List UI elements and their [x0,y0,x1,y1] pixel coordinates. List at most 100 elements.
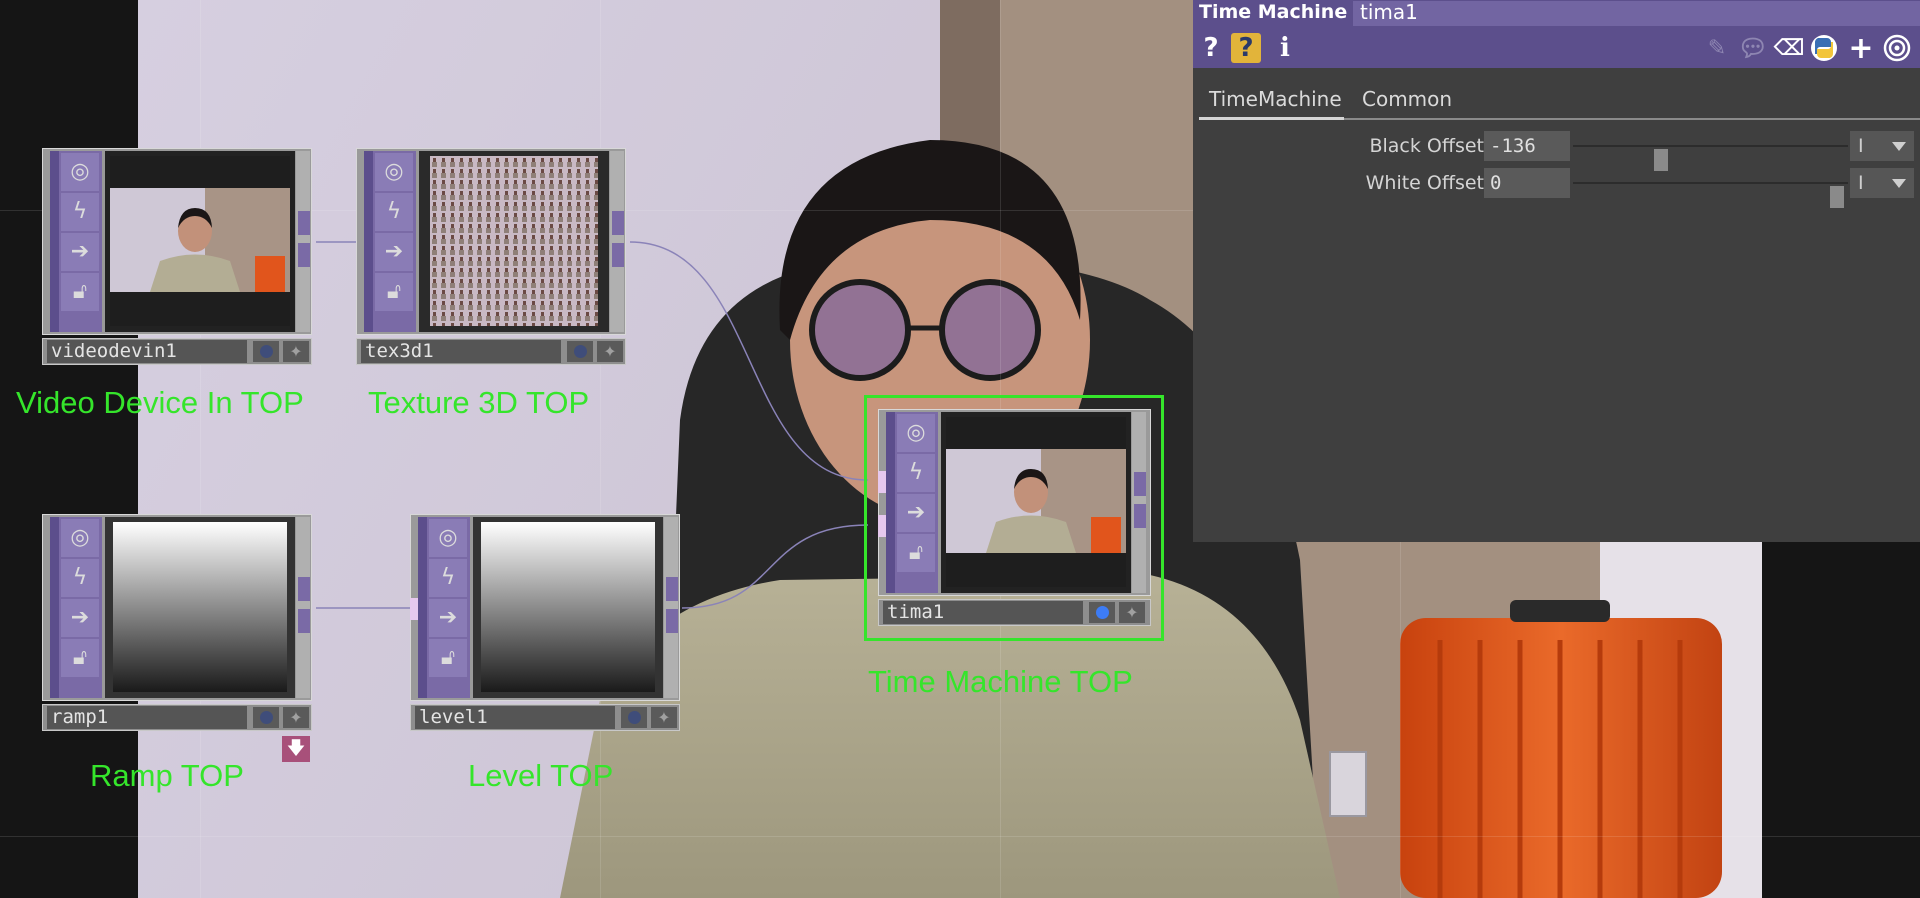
param-slider-track[interactable] [1573,145,1848,171]
param-mode-label: I [1858,172,1864,194]
output-connector[interactable] [666,577,678,601]
chevron-down-icon [1892,142,1906,151]
lock-icon[interactable]: 🔓︎ [429,639,467,677]
export-icon[interactable]: ➔ [897,494,935,532]
cook-icon[interactable]: ϟ [61,559,99,597]
param-mode-menu[interactable]: I [1850,168,1914,198]
network-grid-line [0,836,1920,837]
export-icon[interactable]: ➔ [375,233,413,271]
node-name[interactable]: tima1 [883,601,1083,624]
param-row-white-offset: White Offset 0 I [1193,168,1920,208]
level-gradient-thumbnail [481,522,655,692]
node-output-strip [664,517,678,698]
python-help-icon[interactable]: ? [1231,33,1261,63]
bypass-toggle[interactable]: ✦ [651,707,677,728]
star-icon: ✦ [657,708,671,727]
viewer-icon[interactable]: ◎ [61,519,99,557]
node-name-bar: ramp1 ✦ [42,704,312,731]
python-logo-icon[interactable] [1808,32,1840,64]
bypass-toggle[interactable]: ✦ [1119,602,1145,623]
export-icon[interactable]: ➔ [61,599,99,637]
node-name-bar: level1 ✦ [410,704,680,731]
cook-icon[interactable]: ϟ [375,193,413,231]
output-connector[interactable] [666,609,678,633]
export-icon[interactable]: ➔ [61,233,99,271]
node-viewer[interactable] [105,151,295,332]
param-value-field[interactable]: 0 [1484,168,1570,198]
ramp-gradient-thumbnail [113,522,287,692]
viewer-dot-icon [573,345,587,358]
lock-icon[interactable]: 🔓︎ [61,273,99,311]
plus-icon[interactable]: + [1845,31,1877,66]
node-name[interactable]: tex3d1 [361,340,561,363]
info-icon[interactable]: i [1269,32,1301,64]
node-viewer[interactable] [105,517,295,698]
param-row-black-offset: Black Offset -136 I [1193,131,1920,171]
bypass-toggle[interactable]: ✦ [283,707,309,728]
star-icon: ✦ [289,342,303,361]
target-icon[interactable] [1881,32,1913,64]
viewer-dot-icon [259,711,273,724]
output-connector[interactable] [612,243,624,267]
output-connector[interactable] [1134,472,1146,496]
speech-bubble-icon[interactable]: 💬︎ [1737,32,1769,64]
viewer-toggle[interactable] [253,341,279,362]
node-name[interactable]: videodevin1 [47,340,247,363]
tab-timemachine[interactable]: TimeMachine [1209,80,1342,118]
operator-name-field[interactable]: tima1 [1353,1,1920,26]
input-connector[interactable] [410,598,418,620]
output-connector[interactable] [298,577,310,601]
lock-icon[interactable]: 🔓︎ [375,273,413,311]
param-value-field[interactable]: -136 [1484,131,1570,161]
node-side-buttons: ◎ ϟ ➔ 🔓︎ [50,151,102,332]
output-connector[interactable] [1134,504,1146,528]
output-connector[interactable] [298,211,310,235]
lock-icon[interactable]: 🔓︎ [61,639,99,677]
bypass-toggle[interactable]: ✦ [283,341,309,362]
export-icon[interactable]: ➔ [429,599,467,637]
node-viewer[interactable] [473,517,663,698]
viewer-icon[interactable]: ◎ [429,519,467,557]
cook-icon[interactable]: ϟ [429,559,467,597]
param-label: Black Offset [1369,135,1484,157]
output-connector[interactable] [298,609,310,633]
param-slider-knob[interactable] [1830,186,1844,208]
eraser-icon[interactable]: ⌫ [1773,32,1805,64]
panel-title-bar: Time Machine tima1 [1193,0,1920,28]
param-mode-menu[interactable]: I [1850,131,1914,161]
viewer-toggle[interactable] [253,707,279,728]
output-connector[interactable] [612,211,624,235]
param-slider-track[interactable] [1573,182,1848,208]
node-name-bar: tima1 ✦ [878,599,1151,626]
node-caption: Texture 3D TOP [368,385,590,420]
node-name[interactable]: level1 [415,706,615,729]
node-side-buttons: ◎ ϟ ➔ 🔓︎ [364,151,416,332]
viewer-toggle[interactable] [567,341,593,362]
chevron-down-icon [1892,179,1906,188]
viewer-toggle[interactable] [1089,602,1115,623]
question-icon[interactable]: ? [1195,32,1227,64]
node-viewer[interactable] [941,412,1131,593]
cook-icon[interactable]: ϟ [897,454,935,492]
input-connector[interactable] [878,515,886,537]
tab-common[interactable]: Common [1362,80,1452,118]
lock-icon[interactable]: 🔓︎ [897,534,935,572]
output-connector[interactable] [298,243,310,267]
node-viewer[interactable] [419,151,609,332]
viewer-icon[interactable]: ◎ [375,153,413,191]
pencil-icon[interactable]: ✎ [1701,32,1733,64]
download-arrow-icon[interactable]: 🡇 [282,736,310,762]
bypass-toggle[interactable]: ✦ [597,341,623,362]
cook-icon[interactable]: ϟ [61,193,99,231]
input-connector[interactable] [878,471,886,493]
viewer-icon[interactable]: ◎ [61,153,99,191]
viewer-toggle[interactable] [621,707,647,728]
node-side-buttons: ◎ ϟ ➔ 🔓︎ [50,517,102,698]
node-output-strip [610,151,624,332]
viewer-icon[interactable]: ◎ [897,414,935,452]
viewer-dot-icon [1095,606,1109,619]
node-name-bar: videodevin1 ✦ [42,338,312,365]
node-output-strip [296,517,310,698]
param-mode-label: I [1858,135,1864,157]
node-name[interactable]: ramp1 [47,706,247,729]
